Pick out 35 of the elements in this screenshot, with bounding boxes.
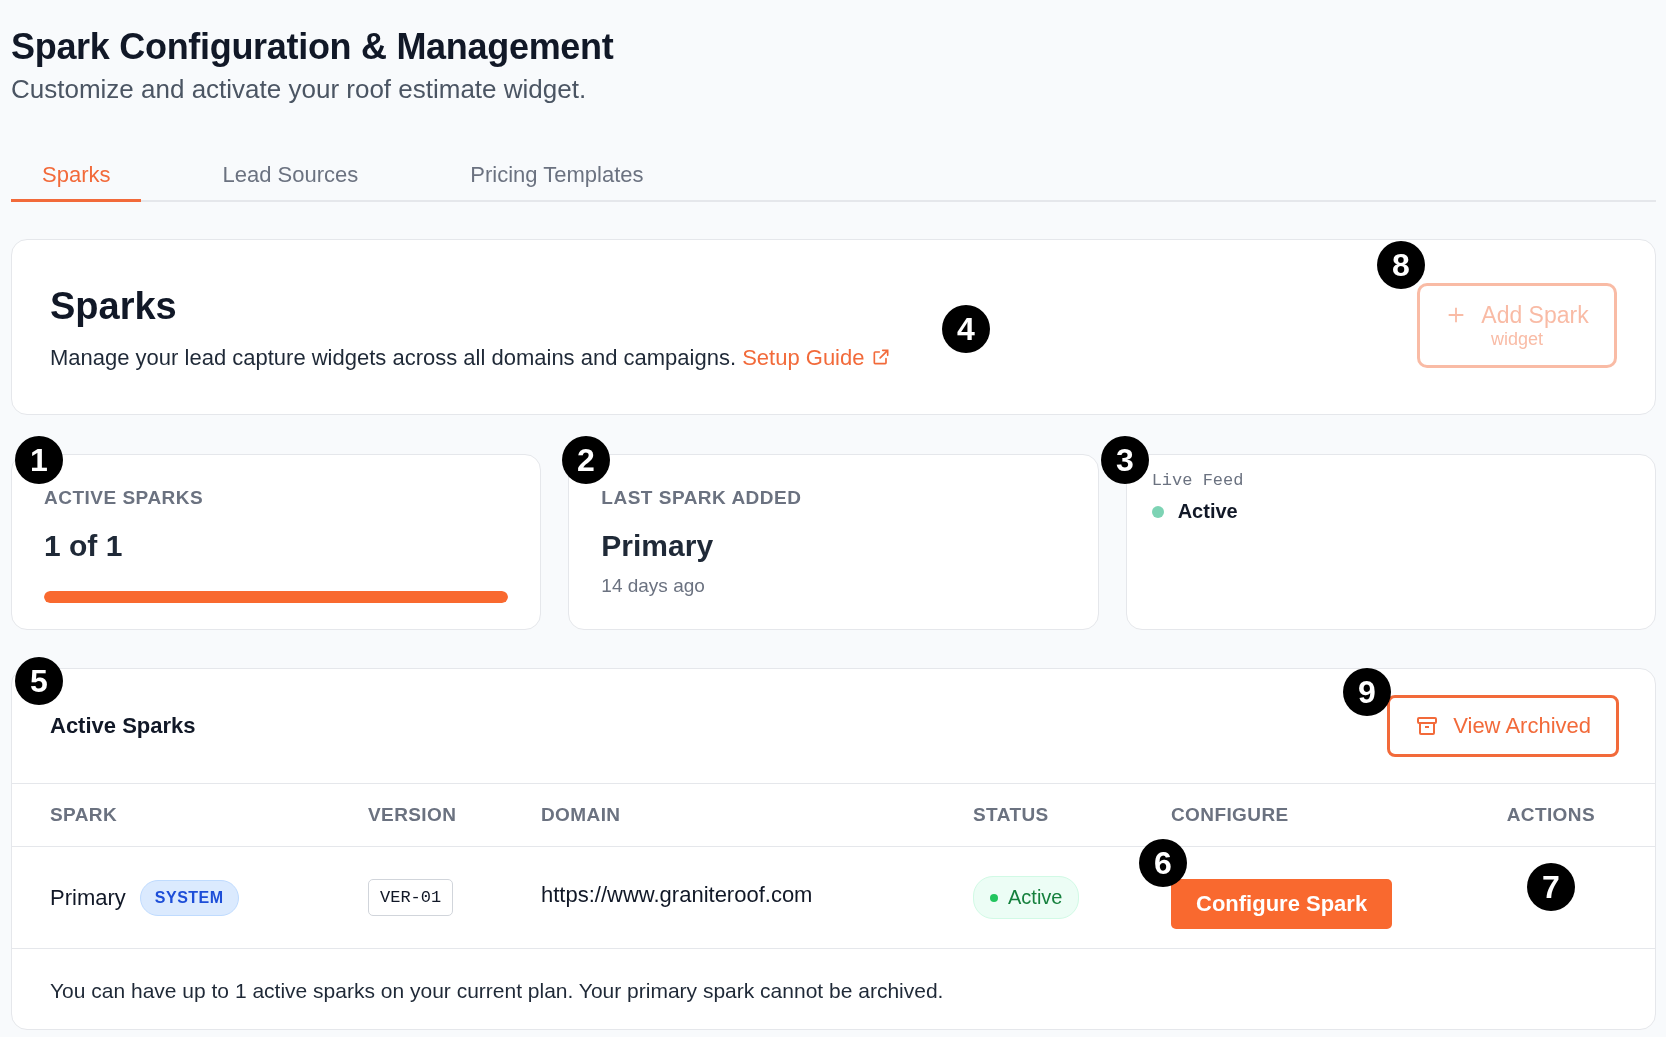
- feed-label: Live Feed: [1151, 471, 1245, 490]
- table-title: Active Sparks: [50, 713, 196, 739]
- column-header: VERSION: [368, 804, 458, 826]
- tab[interactable]: Pricing Templates: [439, 150, 675, 202]
- stat-label: LAST SPARK ADDED: [601, 487, 803, 509]
- callout-marker: 5: [15, 657, 63, 705]
- column-header: STATUS: [973, 804, 1050, 826]
- configure-spark-button[interactable]: Configure Spark: [1171, 878, 1393, 929]
- tab[interactable]: Lead Sources: [191, 150, 390, 202]
- callout-marker: 1: [15, 436, 63, 484]
- version-tag: VER-01: [368, 879, 454, 916]
- callout-marker: 3: [1101, 436, 1149, 484]
- footer-note: You can have up to 1 active sparks on your current plan. Your primary spark cannot be archived.: [49, 978, 945, 1003]
- feed-status: Active: [1177, 500, 1238, 523]
- setup-guide-link[interactable]: Setup Guide: [742, 345, 891, 370]
- status-badge: Active: [973, 876, 1080, 919]
- section-title: Sparks: [50, 284, 178, 329]
- system-badge: SYSTEM: [139, 879, 239, 916]
- page-title: Spark Configuration & Management: [11, 25, 615, 69]
- callout-marker: 2: [562, 436, 610, 484]
- view-archived-button[interactable]: View Archived: [1387, 695, 1619, 757]
- stat-label: ACTIVE SPARKS: [44, 487, 205, 509]
- table-cell: Primary: [50, 884, 126, 911]
- column-header: SPARK: [50, 804, 119, 826]
- column-header: ACTIONS: [1505, 804, 1595, 826]
- page-subtitle: Customize and activate your roof estimate widget.: [11, 73, 588, 106]
- stat-note: 14 days ago: [601, 575, 706, 597]
- tab[interactable]: Sparks: [11, 150, 142, 202]
- stat-value: 1 of 1: [44, 529, 124, 563]
- table-cell: https://www.graniteroof.com: [541, 881, 813, 908]
- archive-icon: [1415, 714, 1440, 738]
- stat-value: Primary: [601, 529, 715, 563]
- column-header: DOMAIN: [541, 804, 622, 826]
- column-header: CONFIGURE: [1171, 804, 1290, 826]
- description-text: Manage your lead capture widgets across all domains and campaigns. Setup Guide: [50, 345, 891, 371]
